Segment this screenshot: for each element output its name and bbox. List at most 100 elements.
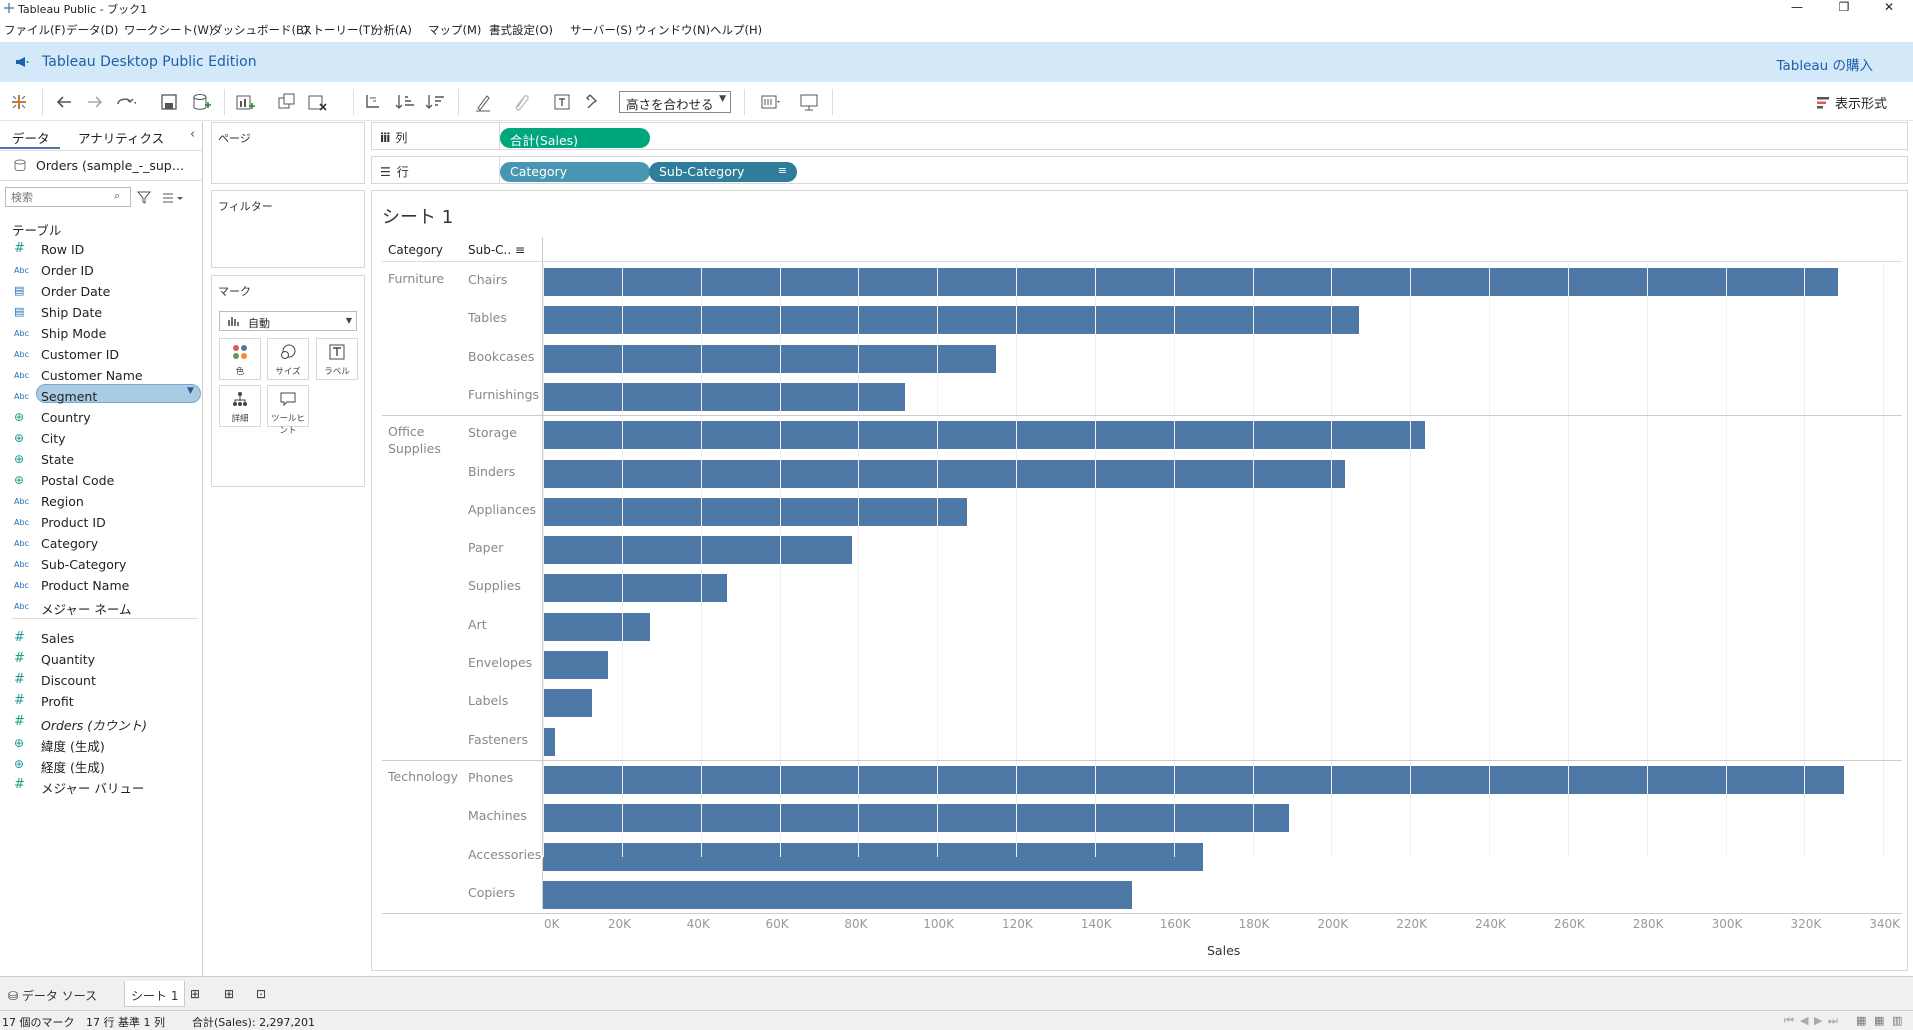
rows-shelf[interactable]: ☰ 行 Category Sub-Category ≡ (371, 156, 1908, 184)
subcategory-pill[interactable]: Sub-Category ≡ (649, 162, 797, 182)
subcategory-label[interactable]: Phones (468, 770, 513, 785)
field-dim-2[interactable]: ▤ Order Date (0, 282, 200, 302)
tab-nav-prev-icon[interactable]: ◀ (1800, 1014, 1808, 1027)
menu-help[interactable]: ヘルプ(H) (710, 22, 762, 38)
sort-descending-icon[interactable] (424, 91, 446, 113)
field-dim-0[interactable]: # Row ID (0, 240, 200, 260)
tab-nav-last-icon[interactable]: ⏭ (1828, 1014, 1838, 1028)
field-dim-6[interactable]: Abc Customer Name (0, 366, 200, 386)
color-button[interactable]: 色 (219, 338, 261, 380)
tab-analytics[interactable]: アナリティクス (78, 128, 164, 147)
subcategory-label[interactable]: Accessories (468, 847, 541, 862)
field-dim-12[interactable]: Abc Region (0, 492, 200, 512)
subcategory-label[interactable]: Machines (468, 808, 527, 823)
subcategory-label[interactable]: Art (468, 617, 487, 632)
field-dropdown-icon[interactable]: ▼ (187, 386, 194, 396)
menu-worksheet[interactable]: ワークシート(W) (124, 22, 213, 38)
menu-dashboard[interactable]: ダッシュボード(B) (211, 22, 308, 38)
field-dim-7[interactable]: Abc Segment (0, 387, 200, 407)
restore-button[interactable]: ❐ (1829, 0, 1859, 17)
field-dim-9[interactable]: ⊕ City (0, 429, 200, 449)
new-story-tab-icon[interactable]: ⊡ (250, 981, 272, 1007)
tab-data[interactable]: データ (12, 128, 50, 147)
category-column-header[interactable]: Category (388, 243, 443, 257)
category-label[interactable]: Furniture (388, 270, 444, 287)
menu-format[interactable]: 書式設定(O) (489, 22, 553, 38)
subcategory-label[interactable]: Copiers (468, 885, 515, 900)
mark-type-dropdown[interactable]: 自動 ▼ (219, 311, 357, 331)
new-worksheet-tab-icon[interactable]: ⊞ (184, 981, 206, 1007)
columns-shelf[interactable]: iii 列 合計(Sales) (371, 122, 1908, 150)
field-meas-6[interactable]: ⊕ 経度 (生成) (0, 755, 200, 775)
redo-icon[interactable] (84, 91, 106, 113)
tab-sheet-1[interactable]: シート 1 (124, 981, 186, 1007)
subcategory-label[interactable]: Appliances (468, 502, 536, 517)
field-dim-14[interactable]: Abc Category (0, 534, 200, 554)
minimize-button[interactable]: — (1782, 0, 1812, 17)
fit-dropdown[interactable]: 高さを合わせる ▼ (619, 91, 731, 113)
collapse-pane-icon[interactable]: ‹ (190, 127, 195, 142)
bar-chairs[interactable] (543, 268, 1838, 296)
subcategory-label[interactable]: Envelopes (468, 655, 532, 670)
view-options-icon[interactable] (162, 192, 184, 204)
replay-icon[interactable] (114, 91, 136, 113)
detail-button[interactable]: 詳細 (219, 385, 261, 427)
filters-card[interactable]: フィルター (211, 190, 365, 268)
field-meas-2[interactable]: # Discount (0, 671, 200, 691)
subcategory-label[interactable]: Binders (468, 464, 515, 479)
sort-ascending-icon[interactable] (394, 91, 416, 113)
field-meas-4[interactable]: # Orders (カウント) (0, 713, 200, 733)
new-dashboard-tab-icon[interactable]: ⊞ (218, 981, 240, 1007)
subcategory-label[interactable]: Fasteners (468, 732, 528, 747)
bar-binders[interactable] (543, 459, 1345, 488)
bar-furnishings[interactable] (543, 382, 905, 411)
field-meas-5[interactable]: ⊕ 緯度 (生成) (0, 734, 200, 754)
tab-nav-first-icon[interactable]: ⏮ (1784, 1014, 1794, 1028)
undo-icon[interactable] (53, 91, 75, 113)
bar-storage[interactable] (543, 421, 1426, 450)
field-dim-13[interactable]: Abc Product ID (0, 513, 200, 533)
bar-art[interactable] (543, 612, 650, 641)
field-dim-8[interactable]: ⊕ Country (0, 408, 200, 428)
subcategory-label[interactable]: Furnishings (468, 387, 539, 402)
show-tabs-icon[interactable]: ▥ (1892, 1014, 1902, 1027)
field-dim-1[interactable]: Abc Order ID (0, 261, 200, 281)
show-filmstrip-icon[interactable]: ▦ (1856, 1014, 1866, 1027)
save-icon[interactable] (158, 91, 180, 113)
group-members-icon[interactable] (510, 91, 532, 113)
menu-analysis[interactable]: 分析(A) (372, 22, 412, 38)
subcategory-label[interactable]: Bookcases (468, 349, 534, 364)
search-input[interactable] (5, 187, 131, 207)
buy-link[interactable]: Tableau の購入 (1776, 54, 1873, 74)
subcategory-label[interactable]: Supplies (468, 578, 521, 593)
bar-appliances[interactable] (543, 497, 967, 526)
size-button[interactable]: サイズ (267, 338, 309, 380)
sheet-title[interactable]: シート 1 (382, 203, 453, 229)
pages-card[interactable]: ページ (211, 122, 365, 184)
field-meas-7[interactable]: # メジャー バリュー (0, 776, 200, 796)
clear-sheet-icon[interactable] (306, 91, 328, 113)
category-pill[interactable]: Category (500, 162, 650, 182)
menu-story[interactable]: ストーリー(T) (301, 22, 375, 38)
bar-accessories[interactable] (543, 842, 1203, 871)
subcategory-column-header[interactable]: Sub-C.. ≡ (468, 243, 525, 257)
field-dim-4[interactable]: Abc Ship Mode (0, 324, 200, 344)
field-meas-0[interactable]: # Sales (0, 629, 200, 649)
subcategory-label[interactable]: Labels (468, 693, 508, 708)
highlight-icon[interactable] (472, 91, 494, 113)
field-dim-11[interactable]: ⊕ Postal Code (0, 471, 200, 491)
bar-labels[interactable] (543, 689, 593, 718)
bar-supplies[interactable] (543, 574, 727, 603)
presentation-mode-icon[interactable] (798, 91, 820, 113)
menu-file[interactable]: ファイル(F) (4, 22, 66, 38)
bar-envelopes[interactable] (543, 651, 608, 679)
show-me-button[interactable]: 表示形式 (1816, 93, 1887, 112)
subcategory-label[interactable]: Tables (468, 310, 507, 325)
menu-map[interactable]: マップ(M) (428, 22, 481, 38)
bar-tables[interactable] (543, 306, 1359, 335)
close-button[interactable]: ✕ (1874, 0, 1904, 17)
tab-nav-next-icon[interactable]: ▶ (1814, 1014, 1822, 1027)
fix-axes-icon[interactable] (581, 91, 603, 113)
swap-rows-columns-icon[interactable] (362, 91, 384, 113)
field-dim-5[interactable]: Abc Customer ID (0, 345, 200, 365)
